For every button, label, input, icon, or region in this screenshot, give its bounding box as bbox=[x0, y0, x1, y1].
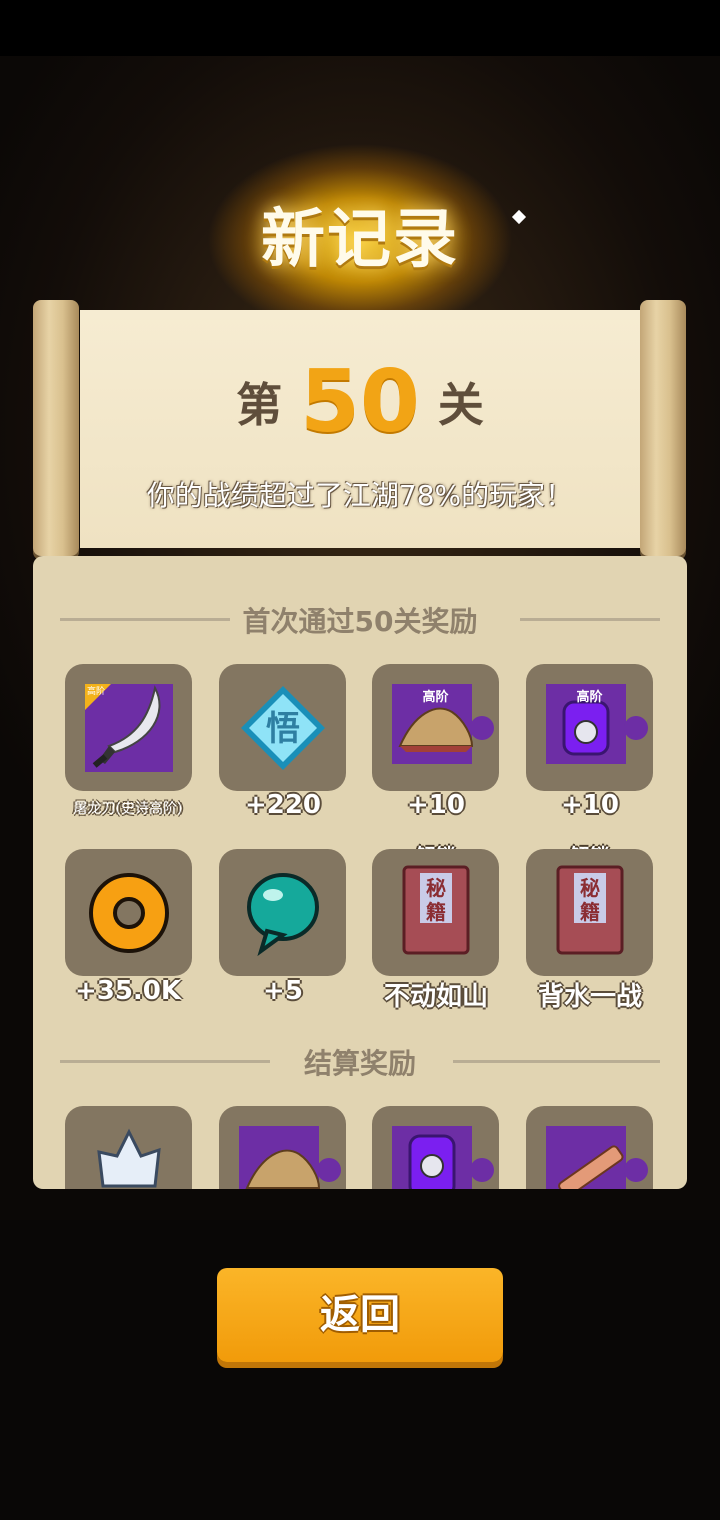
secret-book-icon: 秘 籍 bbox=[556, 865, 624, 955]
new-record-title: 新记录 bbox=[261, 203, 459, 277]
reward-slot[interactable] bbox=[219, 1106, 346, 1189]
status-bar bbox=[0, 0, 720, 56]
ranking-text: 你的战绩超过了江湖78%的玩家！ bbox=[146, 479, 574, 512]
reward-label: 背水一战 bbox=[537, 982, 642, 1012]
level-prefix: 第 bbox=[236, 378, 283, 432]
puzzle-knob bbox=[624, 716, 648, 740]
reward-slot[interactable]: 秘 籍 bbox=[372, 849, 499, 976]
straw-hat-icon bbox=[239, 1126, 321, 1189]
reward-label: 不动如山 bbox=[383, 982, 488, 1012]
tier-tag: 高阶 bbox=[576, 690, 603, 705]
rewards-panel[interactable]: 首次通过50关奖励 高阶 屠龙刀(史诗高阶) 悟 +220 高阶 +10 高阶 … bbox=[33, 556, 687, 1189]
scroll-roll-right bbox=[640, 300, 686, 556]
reward-slot[interactable] bbox=[219, 849, 346, 976]
reward-slot[interactable] bbox=[372, 1106, 499, 1189]
reward-label: +10 bbox=[561, 790, 619, 820]
svg-text:秘: 秘 bbox=[426, 876, 446, 900]
purple-armor-icon bbox=[392, 1126, 472, 1189]
wu-diamond-icon: 悟 bbox=[241, 686, 325, 770]
divider bbox=[453, 1060, 660, 1063]
svg-text:籍: 籍 bbox=[580, 900, 600, 924]
wooden-staff-icon bbox=[546, 1126, 626, 1189]
reward-slot[interactable]: 高阶 bbox=[526, 664, 653, 791]
tier-tag: 高阶 bbox=[422, 690, 449, 705]
reward-slot[interactable]: 高阶 bbox=[372, 664, 499, 791]
rank-badge-text: 高阶 bbox=[87, 687, 106, 697]
reward-slot[interactable]: 秘 籍 bbox=[526, 849, 653, 976]
divider bbox=[520, 618, 660, 621]
reward-slot[interactable]: 高阶 bbox=[65, 664, 192, 791]
secret-book-icon: 秘 籍 bbox=[402, 865, 470, 955]
scroll-roll-left bbox=[33, 300, 79, 556]
crystal-icon bbox=[97, 1128, 161, 1188]
gold-coin-icon bbox=[89, 873, 169, 953]
reward-label: +10 bbox=[407, 790, 465, 820]
reward-slot[interactable] bbox=[526, 1106, 653, 1189]
svg-text:籍: 籍 bbox=[426, 900, 446, 924]
level-suffix: 关 bbox=[437, 378, 484, 432]
reward-label: +5 bbox=[263, 976, 303, 1006]
reward-label: 屠龙刀(史诗高阶) bbox=[73, 801, 183, 817]
level-number: 50 bbox=[300, 352, 420, 452]
puzzle-knob bbox=[317, 1158, 341, 1182]
wu-glyph: 悟 bbox=[266, 709, 300, 749]
reward-slot[interactable]: 悟 bbox=[219, 664, 346, 791]
puzzle-knob bbox=[470, 716, 494, 740]
puzzle-knob bbox=[624, 1158, 648, 1182]
reward-slot[interactable] bbox=[65, 1106, 192, 1189]
svg-text:秘: 秘 bbox=[580, 876, 600, 900]
reward-label: +35.0K bbox=[74, 976, 182, 1006]
return-button[interactable]: 返回 bbox=[217, 1268, 503, 1362]
reward-slot[interactable] bbox=[65, 849, 192, 976]
reward-label: +220 bbox=[244, 790, 322, 820]
level-reached: 第 50 关 bbox=[80, 352, 640, 452]
teal-gem-icon bbox=[247, 873, 319, 957]
puzzle-knob bbox=[470, 1158, 494, 1182]
